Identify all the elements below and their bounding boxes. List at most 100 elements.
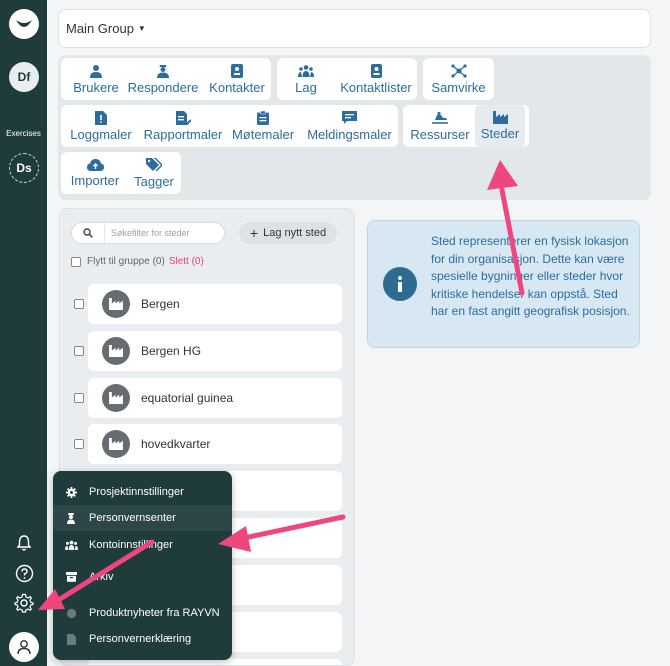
app-logo[interactable] [9, 9, 39, 39]
message-icon [342, 110, 357, 124]
address-book-icon [370, 63, 382, 78]
nav-brukere[interactable]: Brukere [61, 58, 131, 100]
help-icon[interactable] [13, 562, 35, 584]
user-avatar[interactable]: Df [9, 62, 39, 92]
exercises-label: Exercises [6, 129, 41, 138]
place-name: Bergen [141, 297, 180, 311]
privacy-icon [53, 512, 89, 524]
nav-group-samvirke: Samvirke [423, 58, 494, 100]
list-item[interactable]: hovedkvarter [72, 424, 342, 464]
nav-group-templates: Loggmaler Rapportmaler Møtemaler Melding… [61, 105, 398, 147]
row-checkbox[interactable] [74, 299, 84, 309]
nav-brukere-label: Brukere [73, 79, 119, 95]
industry-icon [492, 111, 508, 124]
nav-group-users: Brukere Respondere Kontakter [61, 58, 271, 100]
bulk-actions: Flytt til gruppe (0) Slett (0) [71, 256, 204, 267]
nav-ressurser[interactable]: Ressurser [403, 105, 477, 147]
profile-icon[interactable] [9, 632, 39, 662]
cog-icon [53, 486, 89, 498]
nav-loggmaler[interactable]: Loggmaler [61, 105, 141, 147]
move-to-group-link[interactable]: Flytt til gruppe (0) [87, 256, 165, 267]
nav-motemaler-label: Møtemaler [231, 126, 295, 142]
exercise-avatar[interactable]: Ds [9, 153, 39, 183]
place-card[interactable]: Bergen HG [88, 331, 342, 371]
nav-samvirke[interactable]: Samvirke [423, 58, 494, 100]
nav-group-import: Importer Tagger [61, 152, 181, 194]
menu-item-arkiv[interactable]: Arkiv [53, 564, 232, 590]
info-text: Sted representerer en fysisk lokasjon fo… [431, 234, 630, 318]
row-checkbox[interactable] [74, 346, 84, 356]
place-card[interactable]: hovedkvarter [88, 424, 342, 464]
menu-item-personvernerklaering[interactable]: Personvernerklæring [53, 626, 232, 652]
info-box: Sted representerer en fysisk lokasjon fo… [367, 220, 640, 348]
nav-importer[interactable]: Importer [61, 152, 129, 194]
list-item[interactable]: Bergen [72, 284, 342, 324]
search-icon [72, 228, 104, 238]
contact-card-icon [231, 63, 243, 78]
search-input[interactable]: Søkefilter for steder [104, 223, 190, 243]
gear-icon[interactable] [13, 592, 35, 614]
menu-item-label: Arkiv [89, 571, 114, 583]
nav-group-resources: Ressurser Steder [403, 105, 529, 147]
nav-group-teams: Lag Kontaktlister [277, 58, 417, 100]
group-selector[interactable]: Main Group ▼ [58, 9, 651, 48]
add-place-button[interactable]: + Lag nytt sted [239, 222, 337, 244]
nav-motemaler[interactable]: Møtemaler [227, 105, 299, 147]
settings-nav: Brukere Respondere Kontakter Lag Kontakt… [58, 55, 651, 200]
nav-lag[interactable]: Lag [277, 58, 335, 100]
plus-icon: + [249, 225, 259, 241]
list-item[interactable] [72, 659, 342, 665]
report-template-icon [175, 110, 191, 125]
delete-link[interactable]: Slett (0) [169, 256, 204, 267]
select-all-checkbox[interactable] [71, 256, 81, 267]
nav-kontaktlister-label: Kontaktlister [340, 79, 412, 95]
place-name: equatorial guinea [141, 391, 234, 405]
place-name: hovedkvarter [141, 437, 211, 451]
clipboard-icon [257, 110, 269, 125]
search-field[interactable]: Søkefilter for steder [71, 222, 225, 244]
users-icon [53, 540, 89, 550]
menu-item-prosjektinnstillinger[interactable]: Prosjektinnstillinger [53, 479, 232, 505]
sidebar: Df Exercises Ds [0, 0, 47, 666]
nav-rapportmaler[interactable]: Rapportmaler [141, 105, 225, 147]
responder-icon [157, 64, 169, 78]
rayvn-icon [53, 608, 89, 619]
place-card[interactable]: equatorial guinea [88, 378, 342, 418]
nav-kontakter[interactable]: Kontakter [203, 58, 271, 100]
archive-icon [53, 572, 89, 582]
row-checkbox[interactable] [74, 439, 84, 449]
nav-loggmaler-label: Loggmaler [70, 126, 132, 142]
nav-kontaktlister[interactable]: Kontaktlister [335, 58, 417, 100]
menu-item-personvernsenter[interactable]: Personvernsenter [53, 505, 232, 531]
document-icon [53, 633, 89, 645]
nav-samvirke-label: Samvirke [431, 79, 486, 95]
nav-respondere-label: Respondere [127, 79, 199, 95]
nav-respondere[interactable]: Respondere [125, 58, 201, 100]
menu-item-label: Produktnyheter fra RAYVN [89, 607, 220, 619]
industry-icon [102, 290, 130, 318]
nav-lag-label: Lag [295, 79, 317, 95]
tags-icon [146, 157, 162, 171]
row-checkbox[interactable] [74, 393, 84, 403]
info-icon [383, 267, 417, 301]
settings-menu: Prosjektinnstillinger Personvernsenter K… [53, 471, 232, 660]
nav-meldingsmaler[interactable]: Meldingsmaler [301, 105, 398, 147]
menu-item-kontoinnstillinger[interactable]: Kontoinnstillinger [53, 532, 232, 558]
menu-item-label: Personvernerklæring [89, 633, 192, 645]
nav-tagger[interactable]: Tagger [127, 152, 181, 194]
place-card[interactable]: Bergen [88, 284, 342, 324]
list-item[interactable]: Bergen HG [72, 331, 342, 371]
industry-icon [102, 384, 130, 412]
add-place-label: Lag nytt sted [263, 227, 327, 239]
bell-icon[interactable] [13, 532, 35, 554]
place-card[interactable] [88, 659, 342, 665]
industry-icon [102, 430, 130, 458]
menu-item-produktnyheter[interactable]: Produktnyheter fra RAYVN [53, 600, 232, 626]
team-icon [298, 64, 314, 77]
nav-ressurser-label: Ressurser [410, 126, 470, 142]
caret-down-icon: ▼ [137, 24, 146, 33]
list-item[interactable]: equatorial guinea [72, 378, 342, 418]
place-name: Bergen HG [141, 344, 202, 358]
nav-steder[interactable]: Steder [475, 105, 525, 147]
nav-meldingsmaler-label: Meldingsmaler [307, 126, 392, 142]
